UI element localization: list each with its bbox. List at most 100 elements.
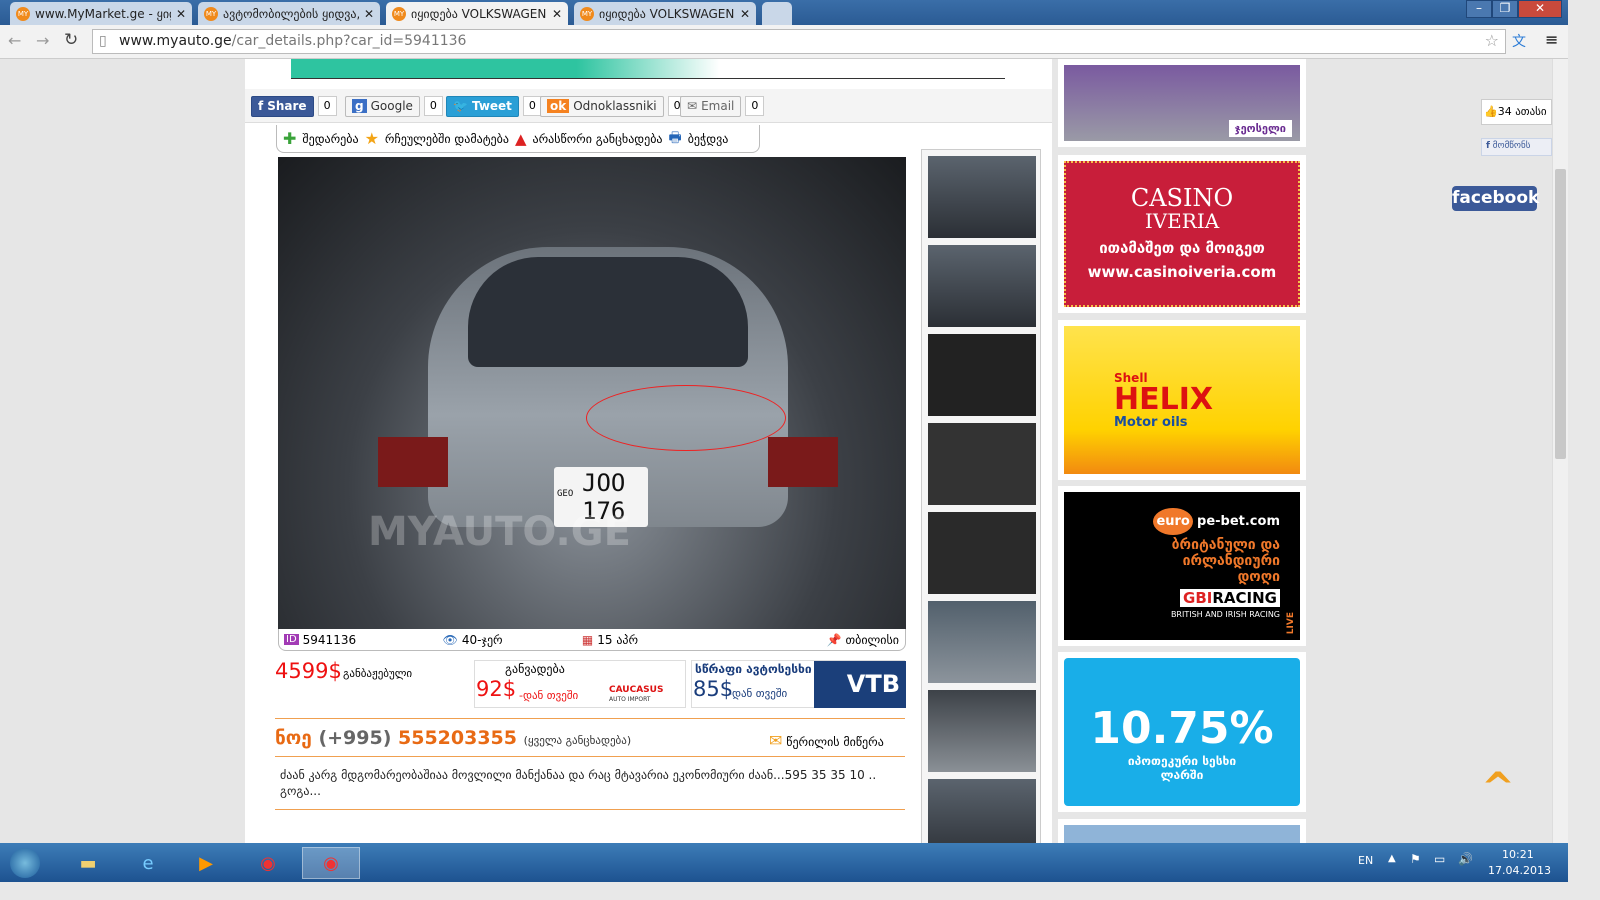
phone-number: 555203355 <box>398 727 517 749</box>
language-indicator[interactable]: EN <box>1358 854 1373 867</box>
envelope-icon: ✉ <box>687 99 698 113</box>
myauto-favicon: MY <box>204 6 218 21</box>
add-favorites-link[interactable]: რჩეულებში დამატება <box>385 132 509 146</box>
myauto-favicon: MY <box>16 6 30 21</box>
installment-box[interactable]: განვადება 92$ -დან თვეში CAUCASUS AUTO I… <box>474 660 686 708</box>
star-icon: ★ <box>364 129 379 148</box>
tray-arrow-icon[interactable]: ▲ <box>1388 853 1396 864</box>
chrome-active-icon[interactable]: ◉ <box>302 847 360 879</box>
thumbs-up-icon: 👍 <box>1484 105 1498 118</box>
like-count-bubble: 👍34 ათასი <box>1481 99 1552 125</box>
facebook-share[interactable]: f Share 0 <box>251 95 337 117</box>
price: 4599$ <box>275 659 342 683</box>
divider <box>275 756 905 757</box>
close-window-button[interactable]: ✕ <box>1518 0 1562 18</box>
car-photo[interactable]: GEO JOO 176 MYAUTO.GE <box>278 157 906 629</box>
tab-mymarket[interactable]: MY www.MyMarket.ge - ყიდ ✕ <box>10 2 192 25</box>
casino-iveria-ad[interactable]: CASINO IVERIA ითამაშეთ და მოიგეთ www.cas… <box>1058 155 1306 313</box>
close-icon[interactable]: ✕ <box>364 7 374 21</box>
page: f Share 0 g Google 0 🐦 Tweet 0 ok Odnoklassniki… <box>0 59 1552 843</box>
eye-icon: 👁 <box>442 632 458 647</box>
flag-icon[interactable]: ⚑ <box>1410 852 1421 866</box>
compare-link[interactable]: შედარება <box>302 132 358 146</box>
loan-box[interactable]: სწრაფი ავტოსესხი 85$ -დან თვეში VTB <box>691 660 906 708</box>
action-bar: ✚ შედარება ★ რჩეულებში დამატება ▲ არასწორი … <box>276 125 760 153</box>
thumbnail[interactable] <box>928 156 1036 238</box>
clock-time[interactable]: 10:21 <box>1502 848 1534 861</box>
facebook-like-button[interactable]: f მომწონს <box>1481 138 1552 156</box>
all-ads-link[interactable]: (ყველა განცხადება) <box>524 734 632 747</box>
thumbnail[interactable] <box>928 245 1036 327</box>
send-message-link[interactable]: ✉ წერილის მიწერა <box>769 731 884 750</box>
tab-cars[interactable]: MY ავტომობილების ყიდვა, ✕ <box>198 2 380 25</box>
thumbnail-strip <box>921 149 1041 843</box>
close-icon[interactable]: ✕ <box>552 7 562 21</box>
tab-volkswagen-active[interactable]: MY იყიდება VOLKSWAGEN Je ✕ <box>386 2 568 25</box>
price-note: განბაჟებული <box>343 667 413 680</box>
explorer-icon[interactable]: ▬ <box>62 847 114 879</box>
forward-icon[interactable]: → <box>36 31 49 50</box>
page-icon: ▯ <box>99 33 107 49</box>
watermark: MYAUTO.GE <box>368 509 631 555</box>
thumbnail[interactable] <box>928 512 1036 594</box>
thumbnail[interactable] <box>928 601 1036 683</box>
thumbnail[interactable] <box>928 779 1036 843</box>
thumbnail[interactable] <box>928 423 1036 505</box>
plus-icon: ✚ <box>283 129 297 148</box>
geocell-ad[interactable]: ჯეოსელი <box>1058 59 1306 147</box>
report-link[interactable]: არასწორი განცხადება <box>533 132 663 146</box>
scrollbar-thumb[interactable] <box>1555 169 1566 459</box>
divider <box>275 809 905 810</box>
facebook-badge[interactable]: facebook <box>1452 186 1539 211</box>
shell-helix-ad[interactable]: Shell HELIX Motor oils <box>1058 320 1306 480</box>
tab-volkswagen[interactable]: MY იყიდება VOLKSWAGEN Je ✕ <box>574 2 756 25</box>
email-share[interactable]: ✉ Email 0 <box>680 95 765 117</box>
taskbar: ▬ e ▶ ◉ ◉ EN ▲ ⚑ ▭ 🔊 10:21 17.04.2013 <box>0 843 1568 882</box>
main-content: f Share 0 g Google 0 🐦 Tweet 0 ok Odnoklassniki… <box>245 59 1052 843</box>
volume-icon[interactable]: 🔊 <box>1458 852 1473 866</box>
chrome-icon[interactable]: ◉ <box>242 847 294 879</box>
listing-info-bar: ID 5941136 👁 40-ჯერ ▦ 15 აპრ 📌 თბილისი <box>278 629 906 651</box>
print-link[interactable]: ბეჭდვა <box>688 132 729 146</box>
europebet-ad[interactable]: euro pe-bet.com ბრიტანული და ირლანდიური … <box>1058 486 1306 646</box>
odnoklassniki-icon: ok <box>547 99 570 113</box>
contact-line: ნოე (+995) 555203355 (ყველა განცხადება) <box>275 727 631 749</box>
maximize-button[interactable]: ❐ <box>1492 0 1518 18</box>
menu-icon[interactable]: ≡ <box>1545 30 1558 49</box>
envelope-icon: ✉ <box>769 731 783 750</box>
google-share[interactable]: g Google 0 <box>345 95 443 117</box>
thumbnail[interactable] <box>928 690 1036 772</box>
ad-placeholder[interactable] <box>1058 819 1306 843</box>
odnoklassniki-share[interactable]: ok Odnoklassniki 0 <box>540 95 687 117</box>
network-icon[interactable]: ▭ <box>1434 852 1445 866</box>
caucasus-logo: CAUCASUS <box>609 685 664 695</box>
scroll-to-top-icon[interactable]: ^ <box>1474 768 1522 808</box>
close-icon[interactable]: ✕ <box>740 7 750 21</box>
clock-date[interactable]: 17.04.2013 <box>1488 864 1551 877</box>
red-annotation-circle <box>586 385 786 451</box>
vtb-logo: VTB <box>814 661 906 708</box>
new-tab-button[interactable] <box>762 2 792 25</box>
scrollbar[interactable] <box>1552 59 1568 843</box>
bank-mortgage-ad[interactable]: 10.75% იპოთეკური სესხი ლარში <box>1058 652 1306 812</box>
back-icon[interactable]: ← <box>8 31 21 50</box>
start-button[interactable] <box>2 847 48 879</box>
tail-light <box>768 437 838 487</box>
thumbnail[interactable] <box>928 334 1036 416</box>
twitter-icon: 🐦 <box>453 99 468 113</box>
facebook-icon: f <box>1486 141 1490 151</box>
reload-icon[interactable]: ↻ <box>64 30 78 50</box>
tweet-button[interactable]: 🐦 Tweet 0 <box>446 95 542 117</box>
star-icon[interactable]: ☆ <box>1485 31 1499 50</box>
translate-icon[interactable]: 文 <box>1512 31 1526 51</box>
seller-name: ნოე <box>275 727 312 749</box>
calendar-icon: ▦ <box>581 632 594 647</box>
minimize-button[interactable]: – <box>1466 0 1492 18</box>
top-banner <box>291 59 1005 79</box>
internet-explorer-icon[interactable]: e <box>122 847 174 879</box>
printer-icon: 🖶 <box>668 129 682 146</box>
close-icon[interactable]: ✕ <box>176 7 186 21</box>
url-input[interactable]: ▯ www.myauto.ge/car_details.php?car_id=5… <box>92 29 1506 54</box>
car-rear-window <box>468 257 748 367</box>
media-player-icon[interactable]: ▶ <box>180 847 232 879</box>
